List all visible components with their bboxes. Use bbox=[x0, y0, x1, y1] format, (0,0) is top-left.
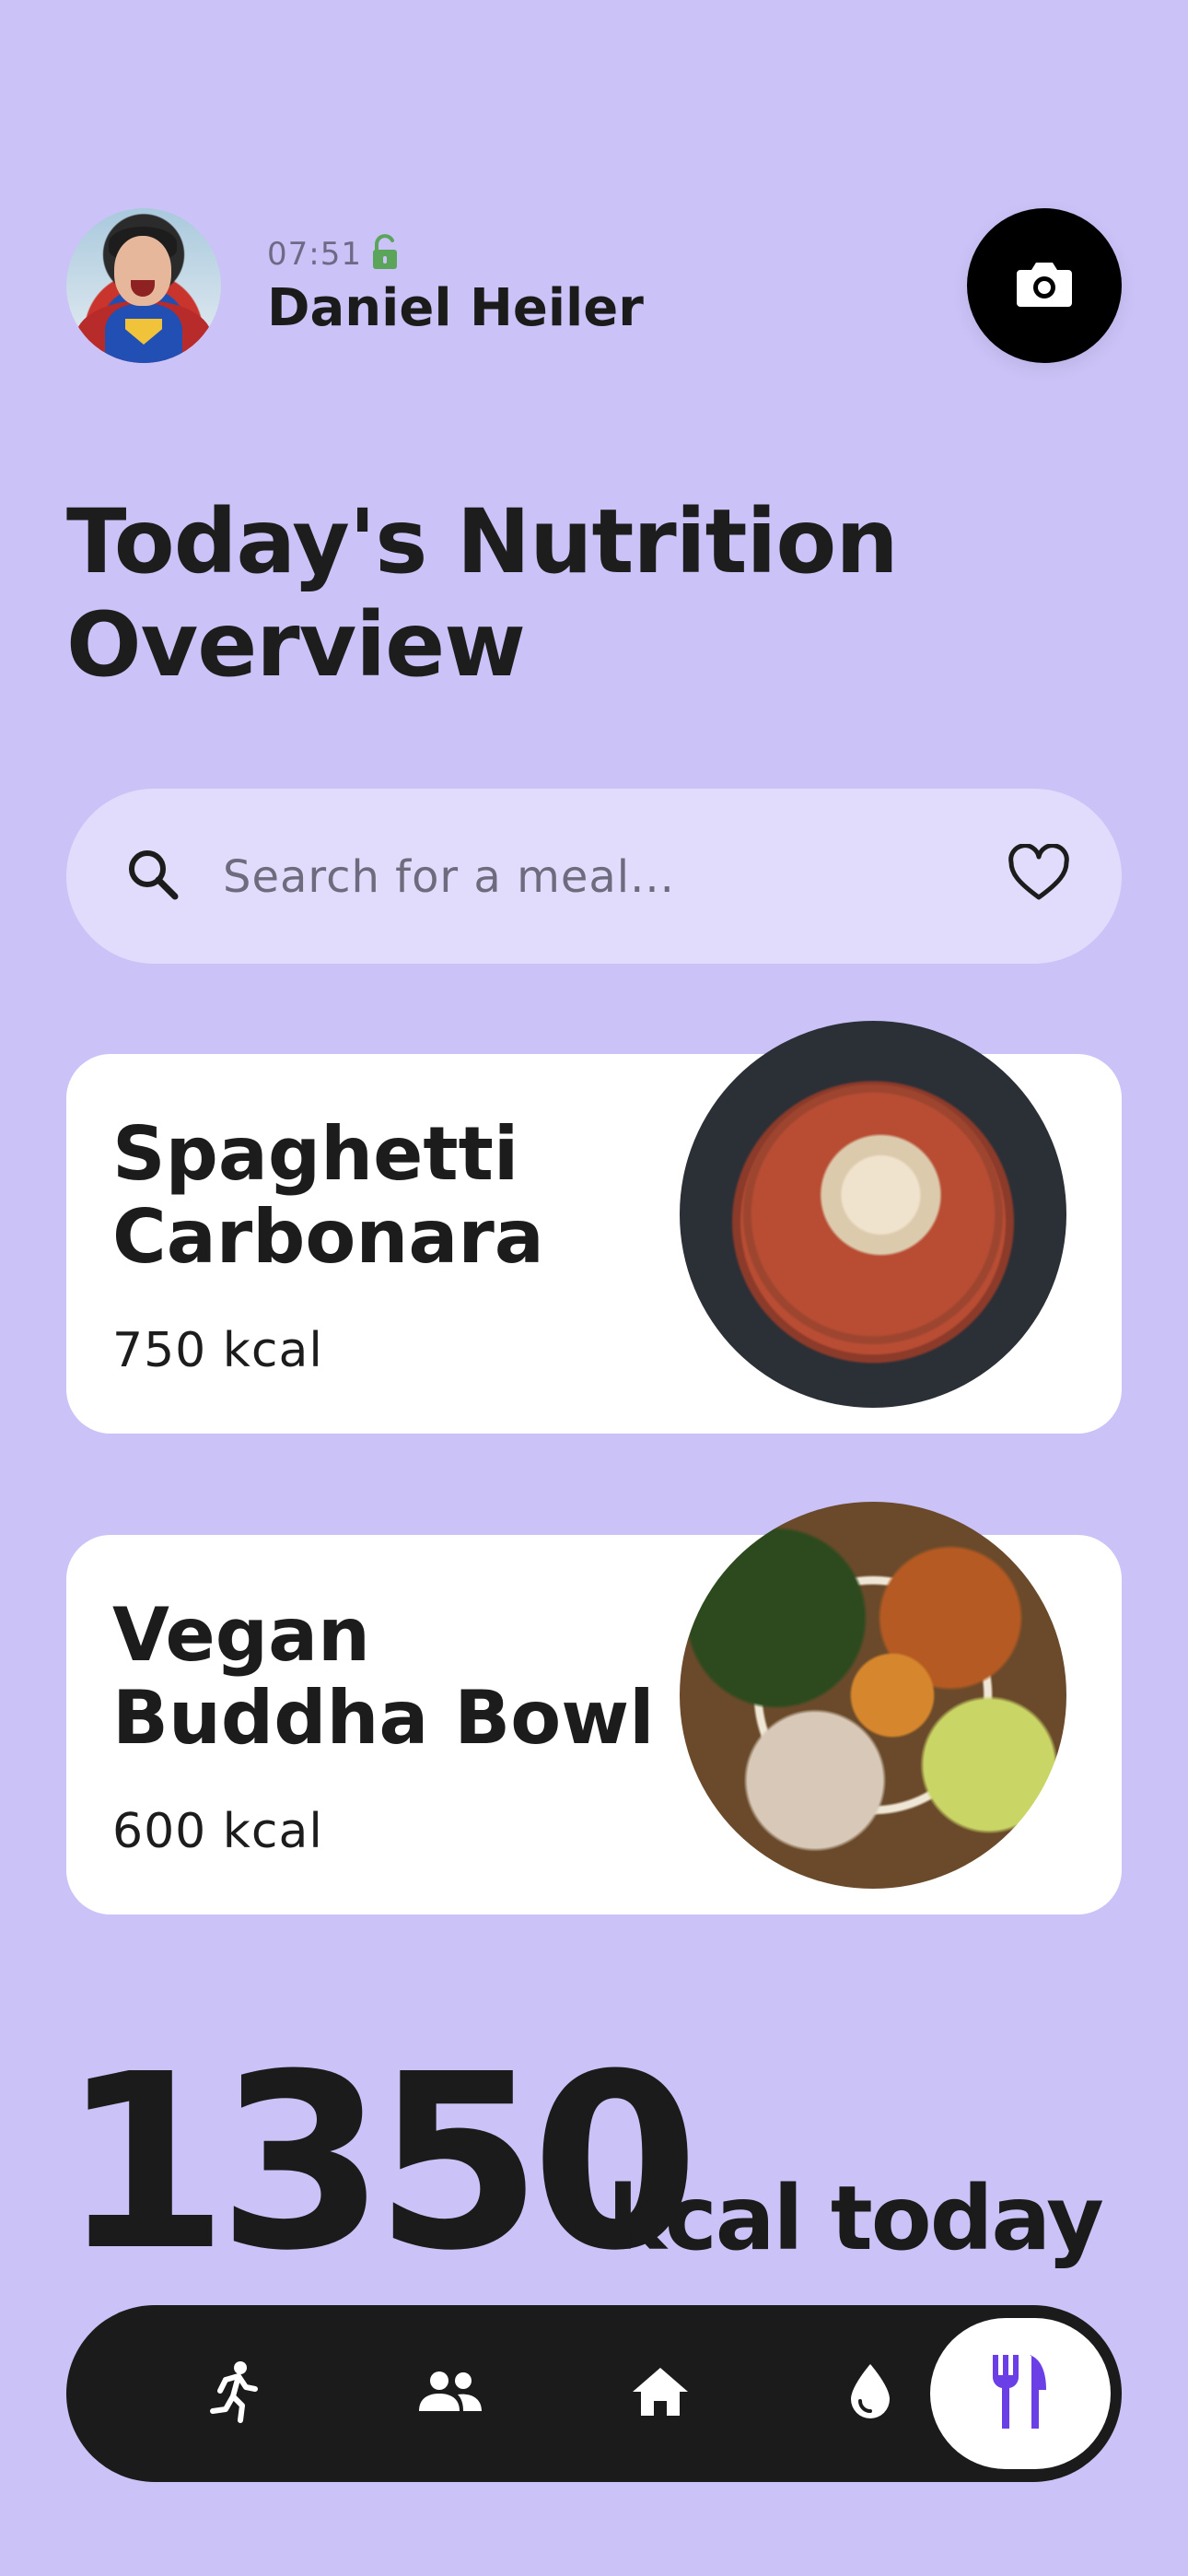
meal-name-line2: Buddha Bowl bbox=[112, 1675, 655, 1761]
page-title-line2: Overview bbox=[66, 593, 526, 697]
meal-name: Vegan Buddha Bowl bbox=[112, 1594, 702, 1760]
nav-item-meals[interactable] bbox=[930, 2318, 1111, 2469]
meal-name: Spaghetti Carbonara bbox=[112, 1113, 702, 1279]
lock-open-icon bbox=[371, 234, 399, 275]
meal-name-line1: Spaghetti bbox=[112, 1111, 519, 1197]
nav-item-community[interactable] bbox=[363, 2305, 538, 2482]
total-kcal-label: kcal today bbox=[608, 2167, 1104, 2270]
meal-kcal: 600 kcal bbox=[112, 1804, 323, 1859]
meal-kcal: 750 kcal bbox=[112, 1323, 323, 1378]
page-title: Today's Nutrition Overview bbox=[66, 490, 1079, 697]
page-title-line1: Today's Nutrition bbox=[66, 490, 899, 593]
status-row: 07:51 bbox=[267, 234, 399, 275]
meal-name-line2: Carbonara bbox=[112, 1194, 544, 1280]
nav-item-home[interactable] bbox=[573, 2305, 748, 2482]
camera-button[interactable] bbox=[967, 208, 1122, 363]
search-bar[interactable] bbox=[66, 789, 1122, 964]
nav-item-activity[interactable] bbox=[147, 2305, 322, 2482]
meal-name-line1: Vegan bbox=[112, 1592, 370, 1678]
search-input[interactable] bbox=[221, 844, 1017, 910]
camera-icon bbox=[1015, 259, 1074, 312]
total-kcal-value: 1350 bbox=[61, 2022, 699, 2303]
running-icon bbox=[207, 2359, 262, 2428]
search-icon[interactable] bbox=[123, 845, 182, 907]
clock-time: 07:51 bbox=[267, 236, 362, 273]
meal-image-buddha-bowl bbox=[680, 1502, 1066, 1889]
meal-image-spaghetti bbox=[680, 1021, 1066, 1408]
heart-outline-icon[interactable] bbox=[1007, 843, 1070, 907]
home-icon bbox=[631, 2366, 690, 2421]
user-avatar[interactable] bbox=[66, 208, 221, 363]
fork-knife-icon bbox=[987, 2353, 1054, 2434]
bottom-nav bbox=[66, 2305, 1122, 2482]
people-icon bbox=[417, 2371, 483, 2417]
water-drop-icon bbox=[847, 2362, 893, 2425]
user-name: Daniel Heiler bbox=[267, 278, 644, 338]
